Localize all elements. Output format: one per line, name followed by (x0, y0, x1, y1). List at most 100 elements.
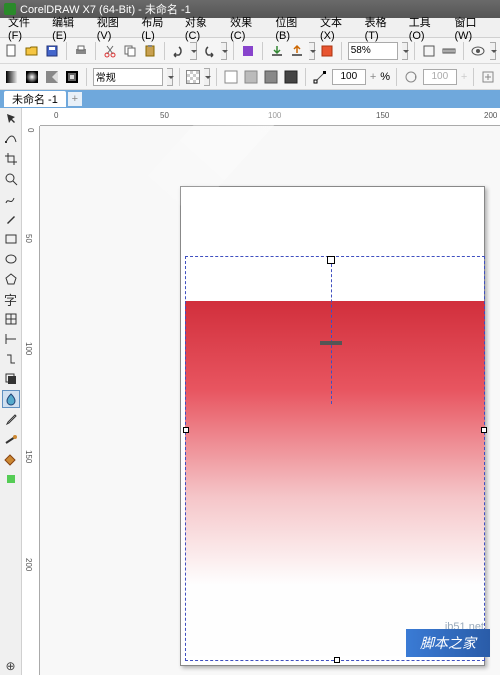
menu-layout[interactable]: 布局(L) (137, 12, 179, 44)
fountain-linear-icon[interactable] (4, 68, 20, 86)
crop-tool[interactable] (2, 150, 20, 168)
redo-dropdown[interactable] (221, 42, 227, 60)
separator (262, 42, 263, 60)
rulers-button[interactable] (441, 42, 457, 60)
save-button[interactable] (44, 42, 60, 60)
separator (305, 68, 306, 86)
opacity2-input[interactable] (423, 69, 457, 85)
canvas-area: 0 50 100 150 200 0 50 100 150 200 (22, 108, 500, 675)
add-tab-button[interactable]: + (68, 92, 82, 106)
menu-edit[interactable]: 编辑(E) (48, 12, 91, 44)
document-tab-bar: 未命名 -1 + (0, 90, 500, 108)
transparency-midpoint-slider[interactable] (320, 341, 342, 345)
transparency-style-select[interactable] (93, 68, 163, 86)
export-dropdown[interactable] (309, 42, 315, 60)
toolbox: 字 ⊕ (0, 108, 22, 675)
workspace: 字 ⊕ 0 50 100 150 200 0 50 100 150 200 (0, 108, 500, 675)
document-tab[interactable]: 未命名 -1 (4, 91, 66, 107)
transparency-vector-line (331, 264, 332, 404)
standard-toolbar (0, 38, 500, 64)
quick-custom-icon[interactable]: ⊕ (2, 657, 20, 675)
zoom-dropdown[interactable] (402, 42, 408, 60)
selection-handle-bottom[interactable] (334, 657, 340, 663)
ellipse-tool[interactable] (2, 250, 20, 268)
artistic-media-tool[interactable] (2, 210, 20, 228)
publish-button[interactable] (319, 42, 335, 60)
menu-effects[interactable]: 效果(C) (226, 12, 269, 44)
transparency-swatch-icon[interactable] (186, 70, 200, 84)
outline-tool[interactable] (2, 430, 20, 448)
menu-bitmaps[interactable]: 位图(B) (271, 12, 314, 44)
rectangle-tool[interactable] (2, 230, 20, 248)
pick-tool[interactable] (2, 110, 20, 128)
preview-dropdown[interactable] (490, 42, 496, 60)
menu-bar: 文件(F) 编辑(E) 视图(V) 布局(L) 对象(C) 效果(C) 位图(B… (0, 18, 500, 38)
free-scale-icon[interactable] (480, 68, 496, 86)
swatch-dropdown[interactable] (204, 68, 210, 86)
preview-button[interactable] (470, 42, 486, 60)
separator (66, 42, 67, 60)
transparency-tool[interactable] (2, 390, 20, 408)
plus-icon-2: + (461, 71, 467, 83)
zoom-level-input[interactable] (348, 42, 398, 60)
style-dropdown[interactable] (167, 68, 173, 86)
redo-button[interactable] (201, 42, 217, 60)
tab-label: 未命名 -1 (12, 91, 58, 107)
property-bar: + % + (0, 64, 500, 90)
menu-view[interactable]: 视图(V) (93, 12, 136, 44)
menu-tools[interactable]: 工具(O) (405, 12, 449, 44)
polygon-tool[interactable] (2, 270, 20, 288)
freehand-tool[interactable] (2, 190, 20, 208)
percent-label: % (380, 71, 390, 83)
text-tool[interactable]: 字 (2, 290, 20, 308)
selection-handle-left[interactable] (183, 427, 189, 433)
merge-mode1-icon[interactable] (223, 68, 239, 86)
merge-mode4-icon[interactable] (283, 68, 299, 86)
zoom-tool[interactable] (2, 170, 20, 188)
separator (86, 68, 87, 86)
separator (95, 42, 96, 60)
fullscreen-button[interactable] (421, 42, 437, 60)
menu-file[interactable]: 文件(F) (4, 12, 46, 44)
separator (341, 42, 342, 60)
search-button[interactable] (240, 42, 256, 60)
node-position-icon[interactable] (312, 68, 328, 86)
fountain-conical-icon[interactable] (44, 68, 60, 86)
separator (396, 68, 397, 86)
table-tool[interactable] (2, 310, 20, 328)
fountain-radial-icon[interactable] (24, 68, 40, 86)
menu-text[interactable]: 文本(X) (316, 12, 359, 44)
cut-button[interactable] (102, 42, 118, 60)
opacity-input[interactable] (332, 69, 366, 85)
transparency-start-handle[interactable] (327, 256, 335, 264)
selection-bounding-box (185, 256, 485, 661)
menu-table[interactable]: 表格(T) (361, 12, 403, 44)
effects-tool[interactable] (2, 370, 20, 388)
copy-button[interactable] (122, 42, 138, 60)
interactive-fill-tool[interactable] (2, 470, 20, 488)
undo-button[interactable] (170, 42, 186, 60)
merge-mode3-icon[interactable] (263, 68, 279, 86)
menu-window[interactable]: 窗口(W) (450, 12, 496, 44)
new-button[interactable] (4, 42, 20, 60)
print-button[interactable] (73, 42, 89, 60)
connector-tool[interactable] (2, 350, 20, 368)
eyedropper-tool[interactable] (2, 410, 20, 428)
vertical-ruler[interactable]: 0 50 100 150 200 (22, 126, 40, 675)
dimension-tool[interactable] (2, 330, 20, 348)
import-button[interactable] (269, 42, 285, 60)
open-button[interactable] (24, 42, 40, 60)
merge-mode2-icon[interactable] (243, 68, 259, 86)
separator (216, 68, 217, 86)
separator (473, 68, 474, 86)
paste-button[interactable] (142, 42, 158, 60)
selection-handle-right[interactable] (481, 427, 487, 433)
rotate-icon[interactable] (403, 68, 419, 86)
drawing-canvas[interactable] (40, 126, 500, 675)
menu-object[interactable]: 对象(C) (181, 12, 224, 44)
fountain-square-icon[interactable] (64, 68, 80, 86)
fill-tool[interactable] (2, 450, 20, 468)
shape-tool[interactable] (2, 130, 20, 148)
undo-dropdown[interactable] (190, 42, 196, 60)
export-button[interactable] (289, 42, 305, 60)
